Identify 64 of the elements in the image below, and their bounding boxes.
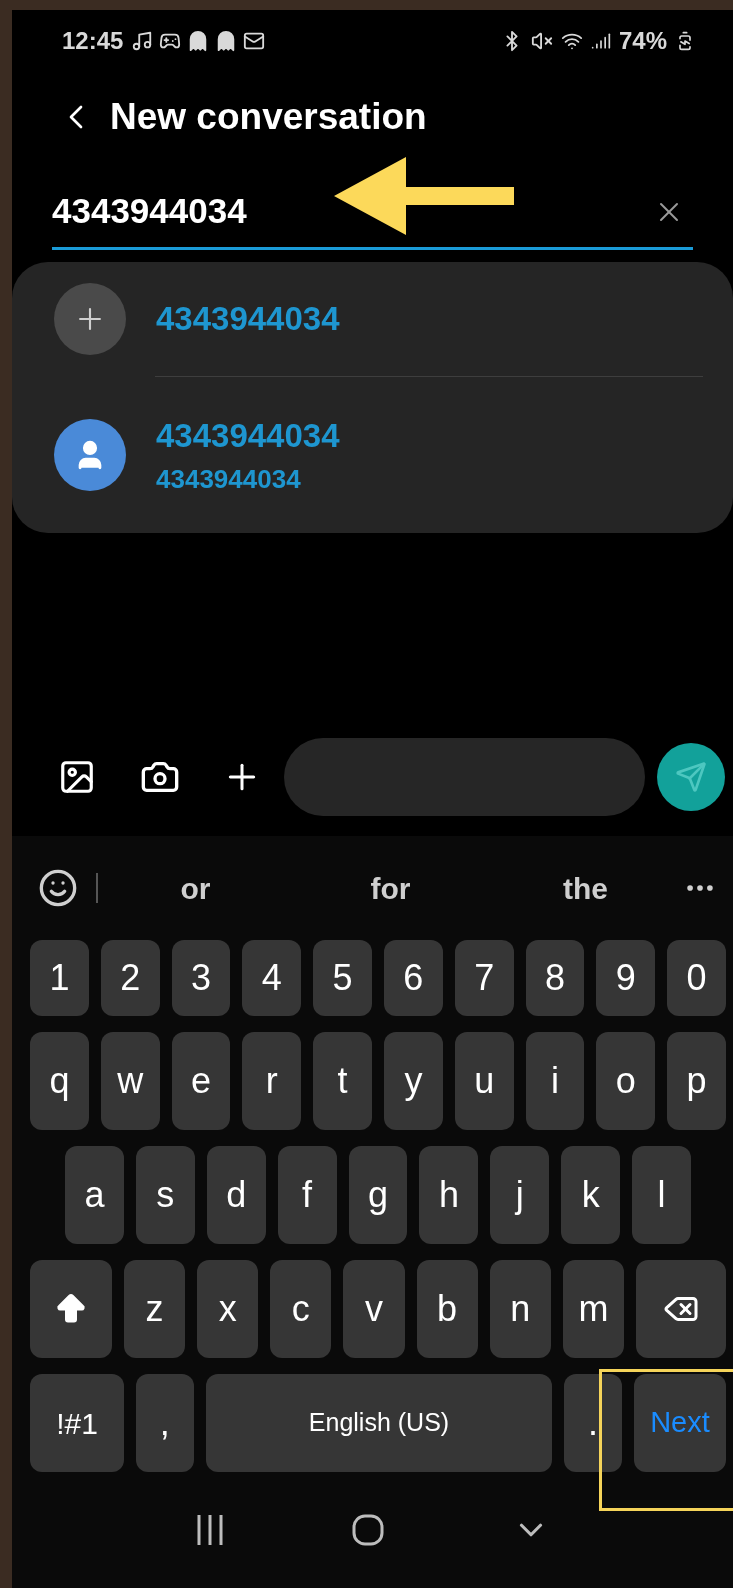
key[interactable]: p [667, 1032, 726, 1130]
key[interactable]: b [416, 1260, 478, 1358]
next-key[interactable]: Next [634, 1374, 726, 1472]
recipient-value: 4343944034 [52, 190, 247, 233]
suggestion-title: 4343944034 [156, 299, 340, 340]
send-icon [675, 761, 707, 793]
key[interactable]: w [100, 1032, 160, 1130]
key[interactable]: 2 [100, 940, 160, 1016]
key[interactable]: 5 [313, 940, 372, 1016]
key[interactable]: h [419, 1146, 479, 1244]
suggestion-item[interactable]: 4343944034 [12, 262, 733, 376]
key[interactable]: l [632, 1146, 691, 1244]
recent-apps-icon[interactable] [195, 1513, 226, 1547]
key[interactable]: x [197, 1260, 259, 1358]
key[interactable]: y [384, 1032, 443, 1130]
key[interactable]: 8 [525, 940, 585, 1016]
key[interactable]: q [30, 1032, 89, 1130]
key[interactable]: e [171, 1032, 231, 1130]
key[interactable]: a [65, 1146, 124, 1244]
key[interactable]: 4 [242, 940, 302, 1016]
key[interactable]: o [596, 1032, 656, 1130]
key[interactable]: c [270, 1260, 332, 1358]
word-suggestion[interactable]: the [488, 865, 683, 911]
key[interactable]: . [564, 1374, 622, 1472]
key[interactable]: f [277, 1146, 337, 1244]
suggestion-title: 4343944034 [156, 415, 340, 456]
symbols-key[interactable]: !#1 [30, 1374, 124, 1472]
space-key[interactable]: English (US) [205, 1374, 553, 1472]
mail-icon [243, 30, 266, 52]
mute-icon [530, 30, 553, 52]
battery-percentage: 74% [618, 26, 667, 56]
key[interactable]: v [343, 1260, 405, 1358]
key[interactable]: , [136, 1374, 194, 1472]
key[interactable]: 1 [30, 940, 89, 1016]
key[interactable]: n [489, 1260, 551, 1358]
key[interactable]: i [525, 1032, 585, 1130]
key[interactable]: 7 [454, 940, 514, 1016]
key[interactable]: j [490, 1146, 550, 1244]
key[interactable]: g [348, 1146, 408, 1244]
screen-title: New conversation [110, 95, 427, 140]
key[interactable]: t [313, 1032, 372, 1130]
home-icon[interactable] [351, 1513, 386, 1547]
backspace-key[interactable] [636, 1260, 726, 1358]
emoji-icon[interactable] [38, 868, 78, 908]
word-suggestion[interactable]: for [293, 865, 488, 911]
word-suggestion[interactable]: or [98, 865, 293, 911]
key[interactable]: s [135, 1146, 195, 1244]
suggestion-subtitle: 4343944034 [156, 463, 302, 497]
key[interactable]: 9 [596, 940, 656, 1016]
suggestion-item[interactable]: 4343944034 4343944034 [12, 377, 733, 533]
signal-icon [590, 31, 611, 51]
status-time: 12:45 [62, 26, 124, 56]
key[interactable]: 6 [384, 940, 443, 1016]
key[interactable]: 0 [667, 940, 726, 1016]
music-icon [131, 30, 154, 52]
key[interactable]: 3 [171, 940, 231, 1016]
key[interactable]: u [454, 1032, 514, 1130]
key[interactable]: z [124, 1260, 186, 1358]
key[interactable]: d [206, 1146, 266, 1244]
shift-key[interactable] [30, 1260, 112, 1358]
key[interactable]: r [242, 1032, 302, 1130]
key[interactable]: k [561, 1146, 621, 1244]
key[interactable]: m [562, 1260, 624, 1358]
gallery-icon[interactable] [58, 758, 96, 796]
